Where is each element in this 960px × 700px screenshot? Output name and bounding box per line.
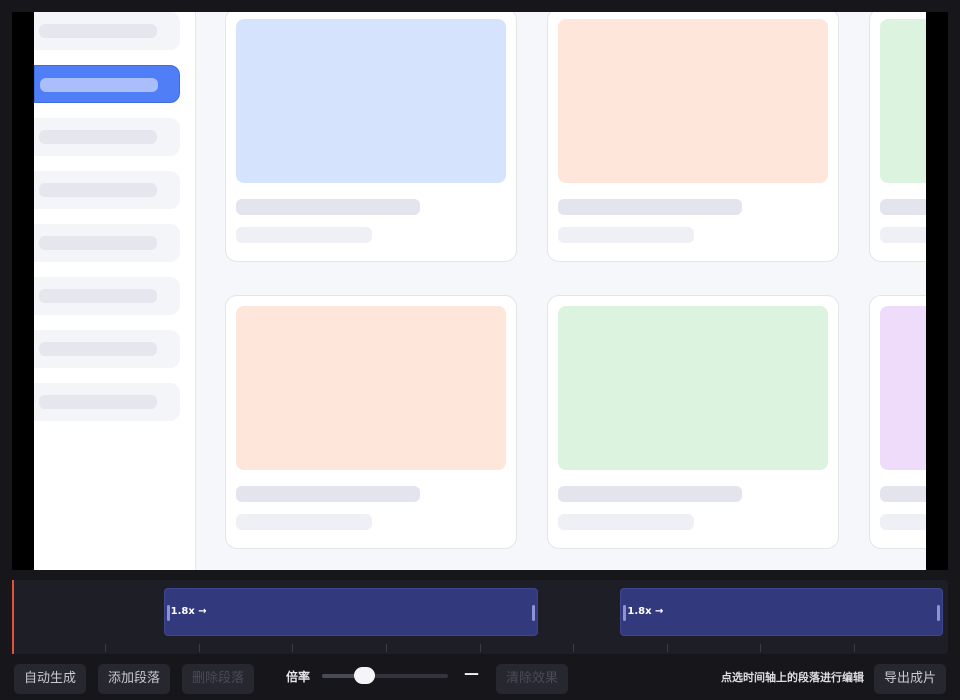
segment-left-handle[interactable] — [623, 605, 627, 621]
mock-card-title-bar — [880, 199, 926, 215]
mock-card-subtitle-bar — [558, 514, 694, 530]
timeline-tick — [292, 644, 293, 652]
rate-slider-track[interactable] — [322, 674, 448, 678]
segment-right-handle[interactable] — [937, 605, 941, 621]
timeline-tick — [199, 644, 200, 652]
mock-card — [869, 12, 926, 262]
timeline[interactable]: 1.8x → 1.8x → — [12, 580, 948, 654]
timeline-segment[interactable]: 1.8x → — [163, 588, 539, 636]
mock-card-title-bar — [558, 199, 742, 215]
mock-sidebar-item-bar — [39, 289, 157, 303]
mock-sidebar-item-active — [34, 65, 180, 103]
video-preview — [12, 12, 948, 570]
mock-sidebar-item — [34, 224, 180, 262]
mock-sidebar — [34, 12, 196, 570]
mock-sidebar-item — [34, 383, 180, 421]
mock-card-title-bar — [880, 486, 926, 502]
mock-card-subtitle-bar — [236, 514, 372, 530]
mock-sidebar-item — [34, 330, 180, 368]
segment-rate-label: 1.8x → — [627, 606, 664, 617]
segment-rate-label: 1.8x → — [170, 606, 207, 617]
mock-card — [547, 295, 839, 549]
mock-sidebar-item-bar — [39, 183, 157, 197]
mock-card — [225, 12, 517, 262]
mock-card-title-bar — [558, 486, 742, 502]
rate-slider-thumb[interactable] — [353, 667, 375, 684]
timeline-segment[interactable]: 1.8x → — [620, 588, 944, 636]
auto-generate-button[interactable]: 自动生成 — [14, 664, 87, 694]
playhead[interactable] — [12, 580, 14, 654]
mock-card-thumbnail — [880, 306, 926, 470]
toolbar: 自动生成 添加段落 删除段落 倍率 — 清除效果 点选时间轴上的段落进行编辑 导… — [0, 660, 960, 700]
mock-card-thumbnail — [880, 19, 926, 183]
rate-label: 倍率 — [286, 670, 311, 684]
clear-effects-button[interactable]: 清除效果 — [496, 664, 569, 694]
mock-sidebar-item-bar — [39, 342, 157, 356]
mock-card-thumbnail — [236, 306, 506, 470]
timeline-tick — [386, 644, 387, 652]
timeline-tick — [480, 644, 481, 652]
preview-canvas — [34, 12, 926, 570]
mock-card — [869, 295, 926, 549]
segment-right-handle[interactable] — [532, 605, 536, 621]
mock-card-title-bar — [236, 486, 420, 502]
timeline-tick — [667, 644, 668, 652]
timeline-tick — [854, 644, 855, 652]
timeline-tick — [573, 644, 574, 652]
mock-card-subtitle-bar — [880, 227, 926, 243]
mock-sidebar-item — [34, 277, 180, 315]
mock-card-thumbnail — [558, 306, 828, 470]
mock-card-thumbnail — [236, 19, 506, 183]
mock-card-subtitle-bar — [236, 227, 372, 243]
mock-sidebar-item-bar — [40, 78, 158, 92]
mock-sidebar-item-bar — [39, 24, 157, 38]
hint-text: 点选时间轴上的段落进行编辑 — [721, 671, 864, 684]
timeline-tick — [760, 644, 761, 652]
mock-sidebar-item — [34, 12, 180, 50]
mock-sidebar-item — [34, 171, 180, 209]
timeline-tick — [105, 644, 106, 652]
mock-sidebar-item — [34, 118, 180, 156]
mock-card-subtitle-bar — [558, 227, 694, 243]
mock-card — [547, 12, 839, 262]
delete-segment-button[interactable]: 删除段落 — [182, 664, 255, 694]
segment-left-handle[interactable] — [166, 605, 170, 621]
mock-card-subtitle-bar — [880, 514, 926, 530]
mock-card-title-bar — [236, 199, 420, 215]
mock-sidebar-item-bar — [39, 395, 157, 409]
mock-card — [225, 295, 517, 549]
mock-card-thumbnail — [558, 19, 828, 183]
export-button[interactable]: 导出成片 — [874, 664, 947, 694]
add-segment-button[interactable]: 添加段落 — [98, 664, 171, 694]
mock-sidebar-item-bar — [39, 130, 157, 144]
mock-sidebar-item-bar — [39, 236, 157, 250]
rate-value: — — [464, 664, 479, 682]
